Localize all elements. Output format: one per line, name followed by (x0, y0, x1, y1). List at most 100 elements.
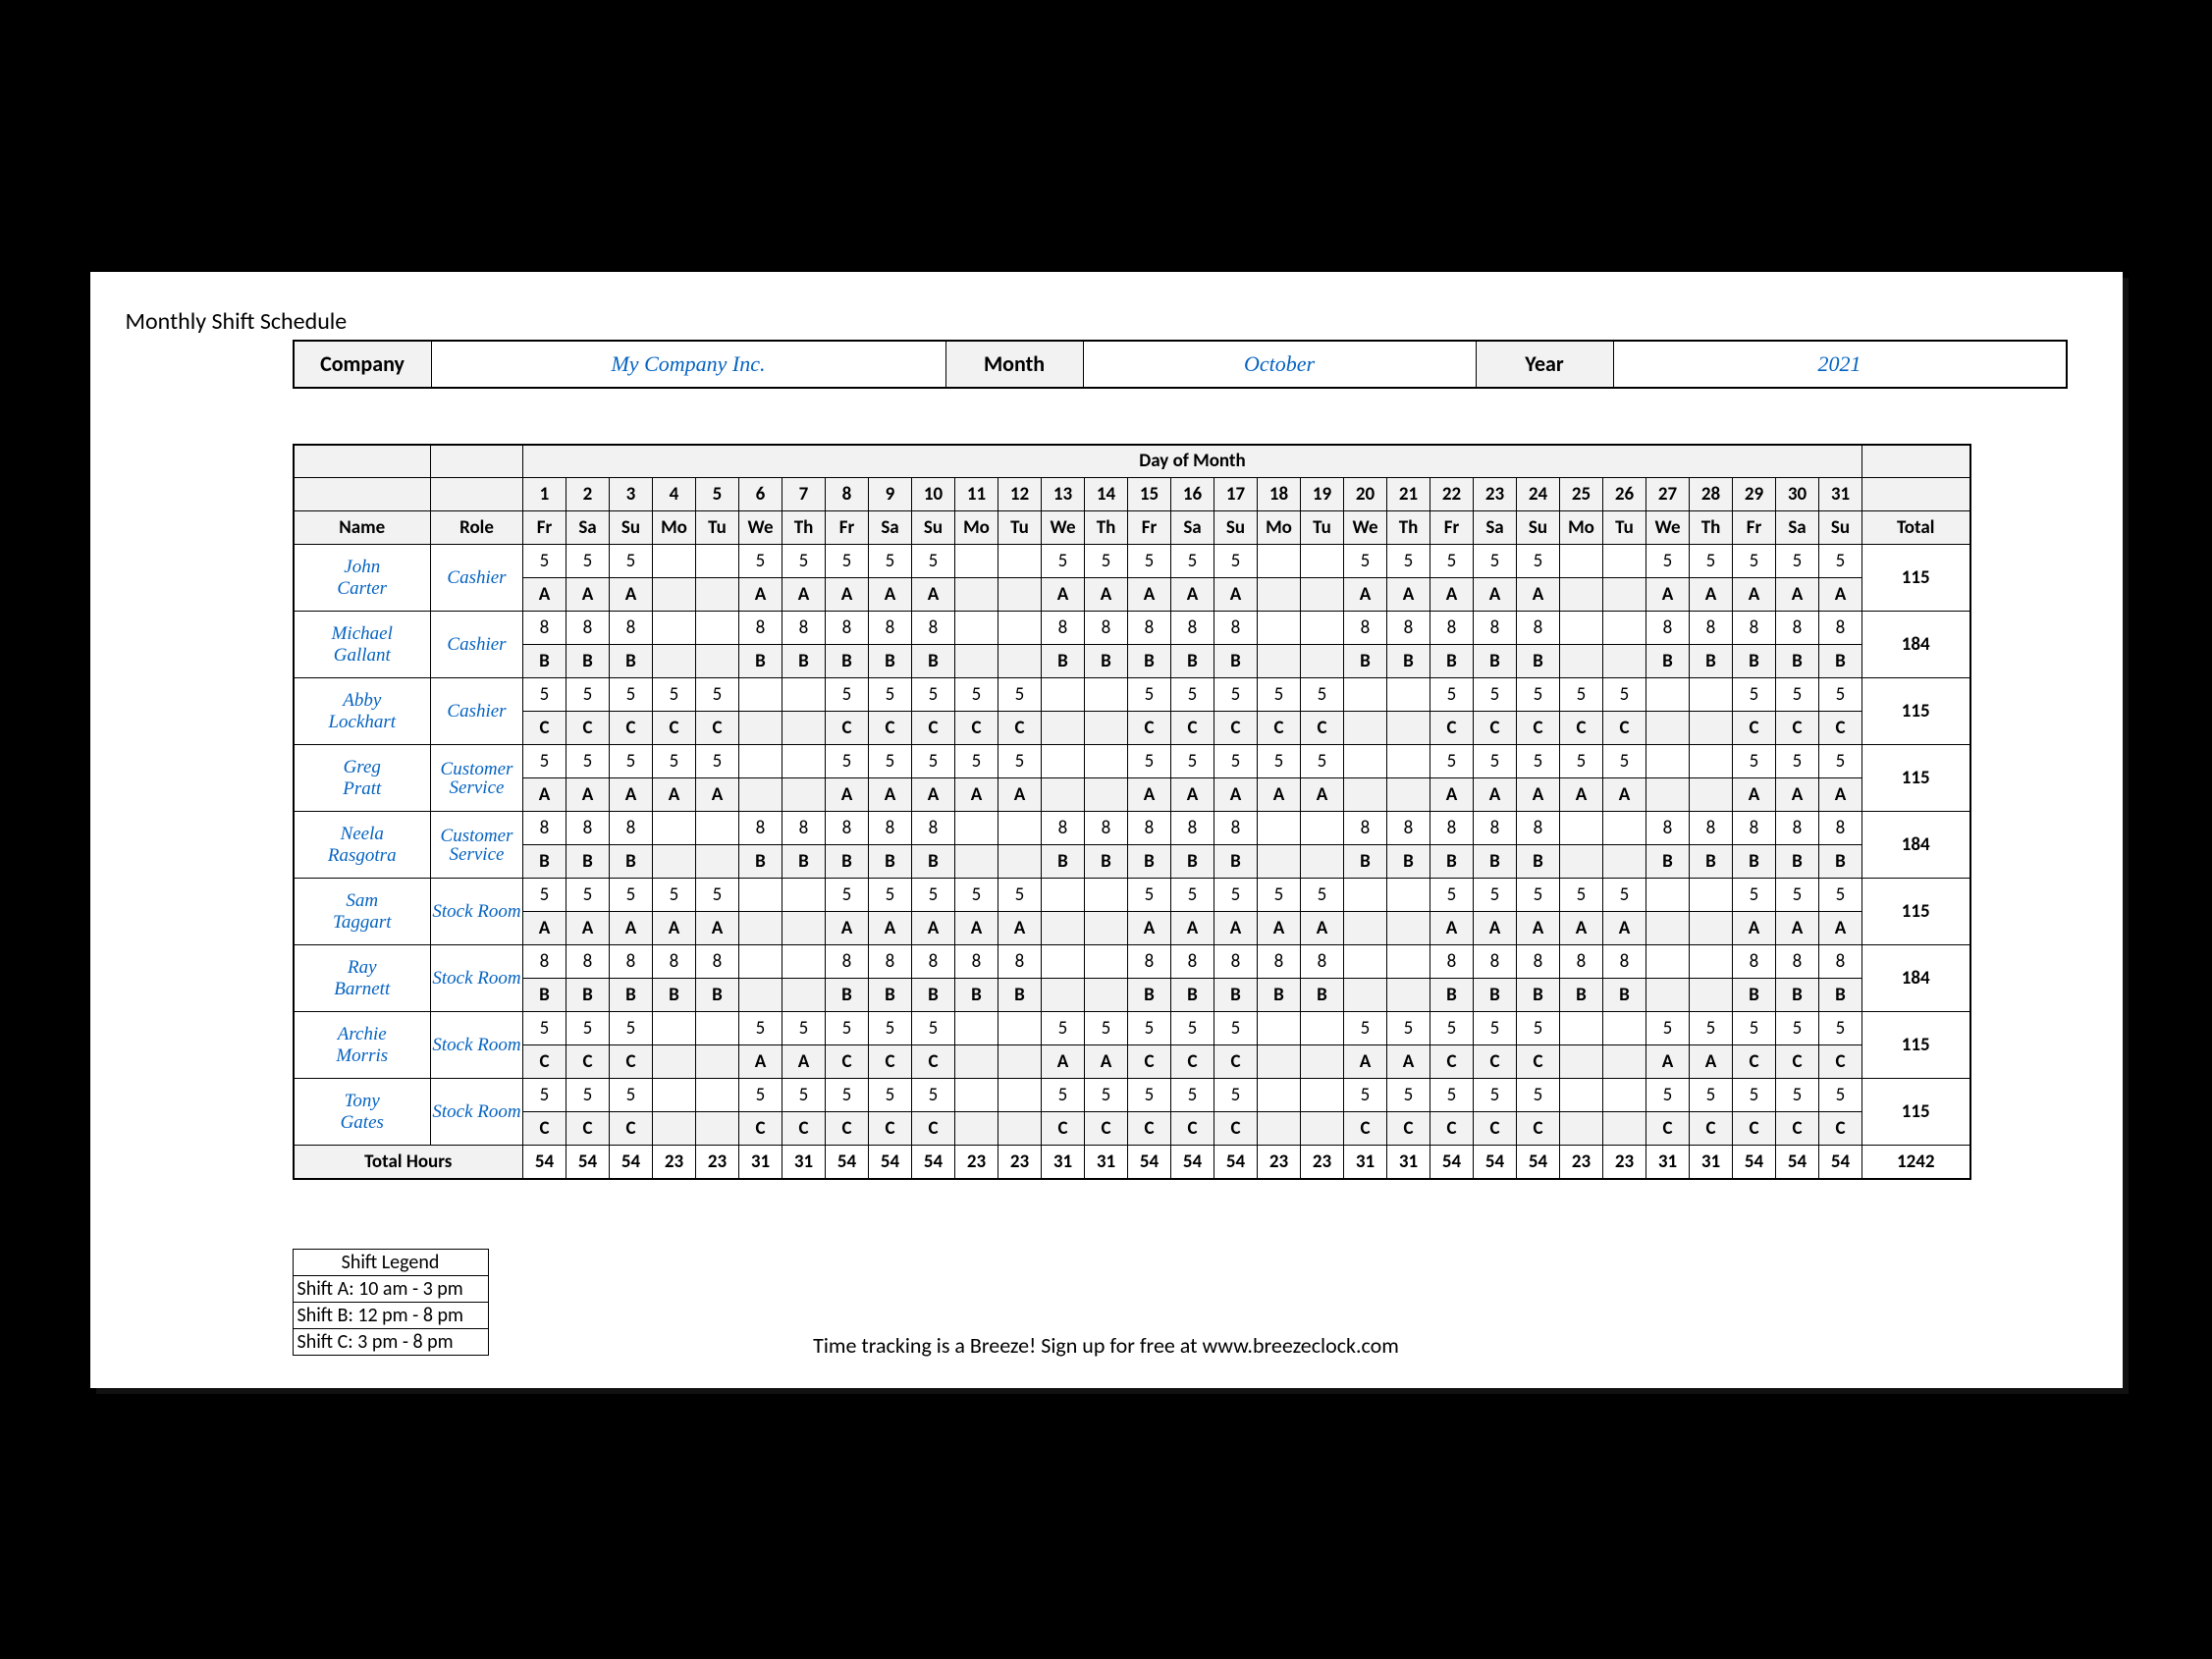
legend-item: Shift A: 10 am - 3 pm (294, 1276, 488, 1303)
hours-cell (739, 945, 782, 979)
day-abbr-header: Sa (1474, 511, 1517, 545)
hours-cell: 5 (1128, 678, 1171, 712)
shift-cell: A (739, 1045, 782, 1079)
shift-cell: C (912, 1112, 955, 1146)
day-abbr-header: Tu (696, 511, 739, 545)
hours-cell (1042, 745, 1085, 778)
shift-cell: C (1733, 712, 1776, 745)
hours-cell (782, 745, 826, 778)
shift-cell (1603, 578, 1646, 612)
hours-cell: 5 (566, 879, 610, 912)
hours-cell: 5 (739, 1079, 782, 1112)
day-number-header: 15 (1128, 478, 1171, 511)
shift-cell: A (566, 912, 610, 945)
schedule-table: Day of Month 123456789101112131415161718… (293, 444, 1971, 1180)
shift-cell: B (826, 645, 869, 678)
hours-cell: 8 (1171, 945, 1214, 979)
shift-cell (1560, 645, 1603, 678)
shift-cell: A (869, 778, 912, 812)
shift-cell: B (1646, 645, 1690, 678)
shift-cell: C (1042, 1112, 1085, 1146)
total-day-cell: 31 (782, 1146, 826, 1179)
hours-cell: 8 (912, 945, 955, 979)
day-number-header: 11 (955, 478, 998, 511)
shift-cell: C (826, 1045, 869, 1079)
shift-cell (1258, 645, 1301, 678)
shift-cell: B (826, 845, 869, 879)
hours-cell: 5 (610, 545, 653, 578)
shift-cell: B (1819, 979, 1862, 1012)
hours-cell (653, 1012, 696, 1045)
hours-cell: 5 (1258, 745, 1301, 778)
hours-cell: 5 (1517, 1012, 1560, 1045)
hours-cell: 5 (912, 1079, 955, 1112)
shift-cell: B (1733, 845, 1776, 879)
shift-cell: A (869, 578, 912, 612)
shift-cell (1344, 712, 1387, 745)
day-number-header: 29 (1733, 478, 1776, 511)
hours-cell: 8 (1819, 945, 1862, 979)
hours-cell: 5 (1430, 745, 1474, 778)
hours-cell: 5 (696, 678, 739, 712)
employee-role: Stock Room (431, 945, 523, 1012)
hours-cell: 8 (1430, 612, 1474, 645)
hours-cell (1085, 879, 1128, 912)
hours-cell: 5 (912, 879, 955, 912)
shift-cell: A (1085, 1045, 1128, 1079)
hours-cell: 5 (1085, 1012, 1128, 1045)
legend-item: Shift B: 12 pm - 8 pm (294, 1303, 488, 1329)
hours-cell (1646, 879, 1690, 912)
hours-cell (1387, 879, 1430, 912)
hours-cell: 5 (826, 745, 869, 778)
shift-cell (782, 912, 826, 945)
hours-cell: 5 (1258, 879, 1301, 912)
shift-cell (1258, 1112, 1301, 1146)
shift-cell: A (1301, 778, 1344, 812)
day-number-header: 8 (826, 478, 869, 511)
hours-cell: 5 (1301, 678, 1344, 712)
shift-cell: B (1733, 645, 1776, 678)
shift-cell: A (566, 578, 610, 612)
day-abbr-header: Th (1085, 511, 1128, 545)
hours-cell: 5 (1214, 1012, 1258, 1045)
shift-cell: A (1690, 578, 1733, 612)
hours-cell: 5 (1128, 545, 1171, 578)
hours-cell: 5 (696, 879, 739, 912)
hours-cell (1042, 879, 1085, 912)
hours-cell: 5 (1474, 1079, 1517, 1112)
shift-cell: A (1819, 578, 1862, 612)
shift-cell (1646, 979, 1690, 1012)
employee-total: 115 (1862, 678, 1970, 745)
hours-cell: 5 (1646, 545, 1690, 578)
shift-cell (1085, 778, 1128, 812)
shift-cell: A (1258, 778, 1301, 812)
day-abbr-header: Sa (1776, 511, 1819, 545)
total-day-cell: 23 (696, 1146, 739, 1179)
shift-cell: A (1085, 578, 1128, 612)
hours-cell (1258, 1079, 1301, 1112)
hours-cell (955, 612, 998, 645)
hours-cell (782, 678, 826, 712)
shift-cell: B (1171, 979, 1214, 1012)
total-day-cell: 54 (826, 1146, 869, 1179)
hours-cell: 8 (566, 812, 610, 845)
shift-cell: A (610, 578, 653, 612)
shift-cell (653, 845, 696, 879)
shift-cell: C (1214, 1112, 1258, 1146)
hours-cell: 8 (1517, 612, 1560, 645)
shift-cell: A (1128, 778, 1171, 812)
hours-cell: 5 (610, 678, 653, 712)
hours-cell (1085, 745, 1128, 778)
total-day-cell: 23 (653, 1146, 696, 1179)
hours-cell: 8 (1819, 612, 1862, 645)
hours-cell: 8 (869, 612, 912, 645)
hours-cell: 5 (998, 678, 1042, 712)
shift-cell (1042, 912, 1085, 945)
day-abbr-header: Tu (1603, 511, 1646, 545)
shift-cell: A (1819, 778, 1862, 812)
hours-cell: 5 (1733, 879, 1776, 912)
hours-cell (1560, 812, 1603, 845)
hours-cell: 5 (912, 1012, 955, 1045)
shift-cell: C (912, 1045, 955, 1079)
shift-cell: B (1690, 645, 1733, 678)
